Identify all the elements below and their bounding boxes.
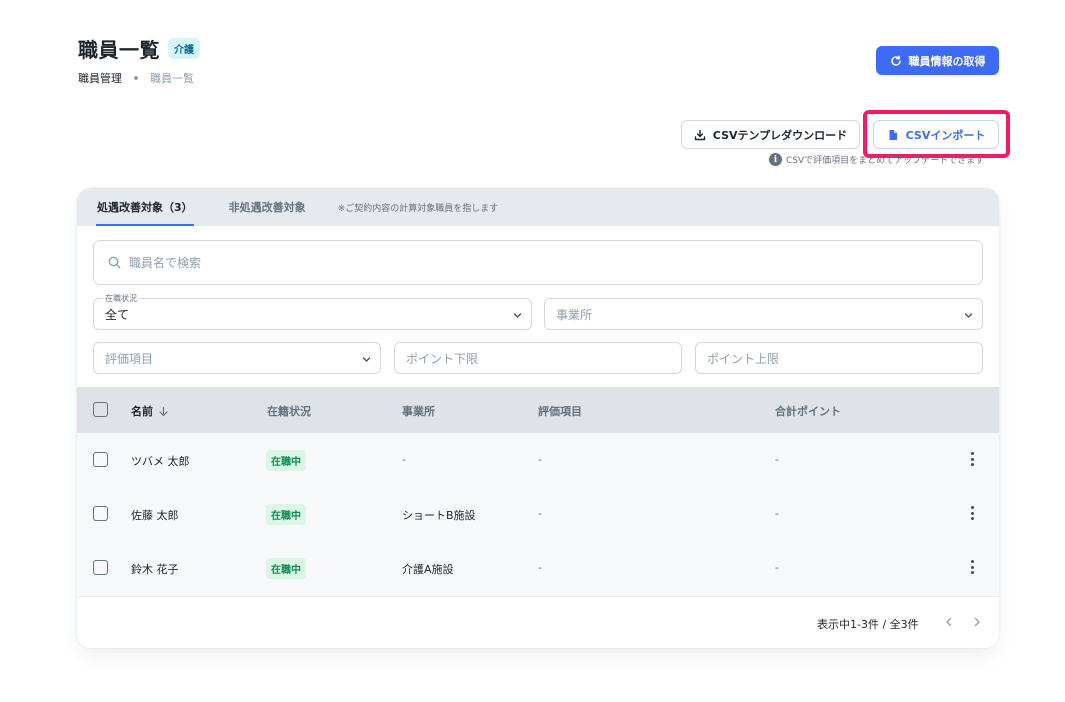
- category-badge: 介護: [168, 38, 200, 59]
- arrow-down-icon: [159, 406, 168, 416]
- staff-list-card: 処遇改善対象（3） 非処遇改善対象 ※ご契約内容の計算対象職員を指します 職員名…: [77, 188, 999, 648]
- info-icon: i: [769, 153, 782, 166]
- evaluation-item-cell: -: [538, 453, 542, 466]
- evaluation-item-cell: -: [538, 561, 542, 574]
- status-badge: 在職中: [266, 504, 306, 525]
- status-badge: 在職中: [266, 558, 306, 579]
- page-title: 職員一覧 介護: [78, 34, 200, 63]
- breadcrumb-current: 職員一覧: [150, 72, 194, 85]
- tabs-note: ※ご契約内容の計算対象職員を指します: [337, 203, 499, 214]
- search-input[interactable]: 職員名で検索: [93, 240, 983, 285]
- employment-status-label: 在職状況: [103, 293, 139, 304]
- evaluation-item-placeholder: 評価項目: [105, 351, 154, 366]
- column-evaluation-item: 評価項目: [538, 405, 582, 418]
- tabs-bar: 処遇改善対象（3） 非処遇改善対象 ※ご契約内容の計算対象職員を指します: [77, 188, 999, 226]
- chevron-down-icon: [964, 313, 973, 318]
- row-checkbox[interactable]: [93, 452, 108, 467]
- csv-import-button[interactable]: CSVインポート: [873, 120, 999, 149]
- column-status: 在籍状況: [267, 405, 311, 418]
- points-cell: -: [775, 453, 779, 466]
- evaluation-item-cell: -: [538, 507, 542, 520]
- point-max-input[interactable]: ポイント上限: [695, 342, 983, 374]
- table-header: 名前 在籍状況 事業所 評価項目 合計ポイント: [77, 387, 999, 433]
- office-cell: -: [402, 453, 406, 466]
- status-badge: 在職中: [266, 450, 306, 471]
- fetch-staff-button[interactable]: 職員情報の取得: [876, 46, 999, 75]
- column-name[interactable]: 名前: [131, 403, 169, 419]
- table-row[interactable]: 佐藤 太郎 在職中 ショートB施設 - -: [77, 487, 999, 541]
- tab-non-eligible[interactable]: 非処遇改善対象: [229, 188, 306, 226]
- table-row[interactable]: ツバメ 太郎 在職中 - - -: [77, 433, 999, 487]
- more-vertical-icon[interactable]: [970, 506, 974, 520]
- office-cell: ショートB施設: [402, 509, 476, 522]
- csv-import-hint-text: CSVで評価項目をまとめてアップデートできます: [786, 156, 985, 166]
- point-min-input[interactable]: ポイント下限: [394, 342, 682, 374]
- point-max-placeholder: ポイント上限: [707, 351, 780, 366]
- fetch-staff-label: 職員情報の取得: [908, 54, 986, 68]
- search-placeholder: 職員名で検索: [129, 256, 202, 270]
- csv-import-label: CSVインポート: [905, 128, 986, 142]
- chevron-right-icon[interactable]: [971, 616, 983, 628]
- row-checkbox[interactable]: [93, 506, 108, 521]
- tab-eligible[interactable]: 処遇改善対象（3）: [96, 188, 194, 226]
- staff-name: ツバメ 太郎: [131, 455, 190, 468]
- chevron-left-icon[interactable]: [943, 616, 955, 628]
- more-vertical-icon[interactable]: [970, 452, 974, 466]
- more-vertical-icon[interactable]: [970, 560, 974, 574]
- evaluation-item-select[interactable]: 評価項目: [93, 342, 381, 374]
- breadcrumb-separator: [134, 76, 138, 80]
- column-name-label: 名前: [131, 405, 153, 418]
- file-icon: [889, 129, 897, 140]
- employment-status-select[interactable]: 在職状況 全て: [93, 293, 532, 330]
- csv-import-hint: i CSVで評価項目をまとめてアップデートできます: [769, 153, 984, 166]
- employment-status-value: 全て: [105, 307, 130, 322]
- row-checkbox[interactable]: [93, 560, 108, 575]
- csv-template-download-button[interactable]: CSVテンプレダウンロード: [681, 120, 860, 149]
- table-row[interactable]: 鈴木 花子 在職中 介護A施設 - -: [77, 541, 999, 595]
- staff-name: 鈴木 花子: [131, 563, 179, 576]
- breadcrumb: 職員管理 職員一覧: [78, 70, 194, 86]
- search-icon: [108, 256, 121, 269]
- breadcrumb-staff-management[interactable]: 職員管理: [78, 70, 122, 86]
- chevron-down-icon: [362, 357, 371, 362]
- office-select[interactable]: 事業所: [544, 298, 983, 330]
- points-cell: -: [775, 561, 779, 574]
- chevron-down-icon: [513, 313, 522, 318]
- staff-name: 佐藤 太郎: [131, 509, 179, 522]
- pagination-info: 表示中1-3件 / 全3件: [817, 618, 919, 631]
- table-footer: 表示中1-3件 / 全3件: [77, 596, 999, 648]
- page-heading: 職員一覧: [78, 38, 160, 62]
- csv-template-download-label: CSVテンプレダウンロード: [712, 128, 848, 142]
- column-total-points: 合計ポイント: [775, 405, 841, 418]
- points-cell: -: [775, 507, 779, 520]
- select-all-checkbox[interactable]: [93, 402, 108, 417]
- office-cell: 介護A施設: [402, 563, 454, 576]
- download-icon: [694, 129, 705, 140]
- refresh-icon: [890, 54, 901, 66]
- column-office: 事業所: [402, 405, 435, 418]
- point-min-placeholder: ポイント下限: [406, 351, 479, 366]
- office-placeholder: 事業所: [556, 307, 593, 322]
